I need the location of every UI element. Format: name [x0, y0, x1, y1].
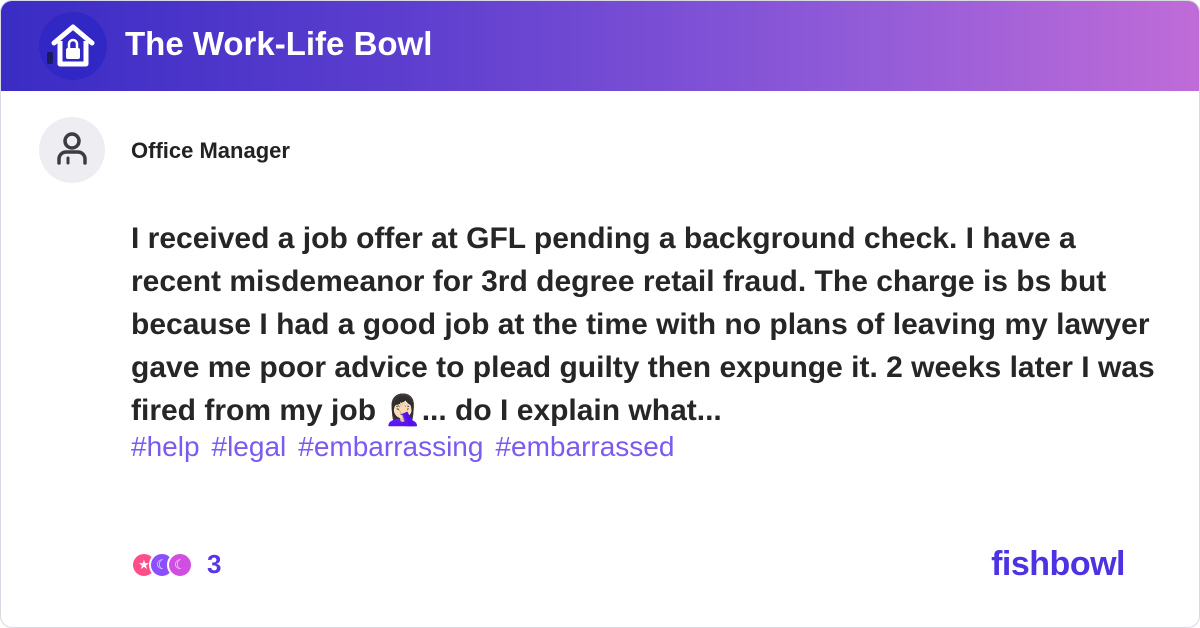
tag-legal[interactable]: #legal — [212, 431, 287, 463]
fishbowl-logo[interactable]: fishbowl — [991, 545, 1125, 584]
tag-embarrassed[interactable]: #embarrassed — [495, 431, 674, 463]
tag-help[interactable]: #help — [131, 431, 200, 463]
house-lock-icon[interactable] — [39, 12, 107, 80]
reaction-count: 3 — [207, 549, 222, 579]
tag-embarrassing[interactable]: #embarrassing — [298, 431, 483, 463]
moon-reaction-icon: ☾ — [167, 551, 193, 578]
tag-list: #help #legal #embarrassing #embarrassed — [131, 431, 674, 463]
post-card: The Work-Life Bowl Office Manager I rece… — [0, 0, 1200, 628]
reactions[interactable]: ★ ☾ ☾ 3 — [131, 549, 221, 580]
bowl-header: The Work-Life Bowl — [1, 1, 1199, 91]
post-text[interactable]: I received a job offer at GFL pending a … — [131, 217, 1161, 432]
user-icon — [39, 117, 105, 183]
author-name: Office Manager — [131, 138, 290, 163]
bowl-title[interactable]: The Work-Life Bowl — [125, 25, 432, 63]
